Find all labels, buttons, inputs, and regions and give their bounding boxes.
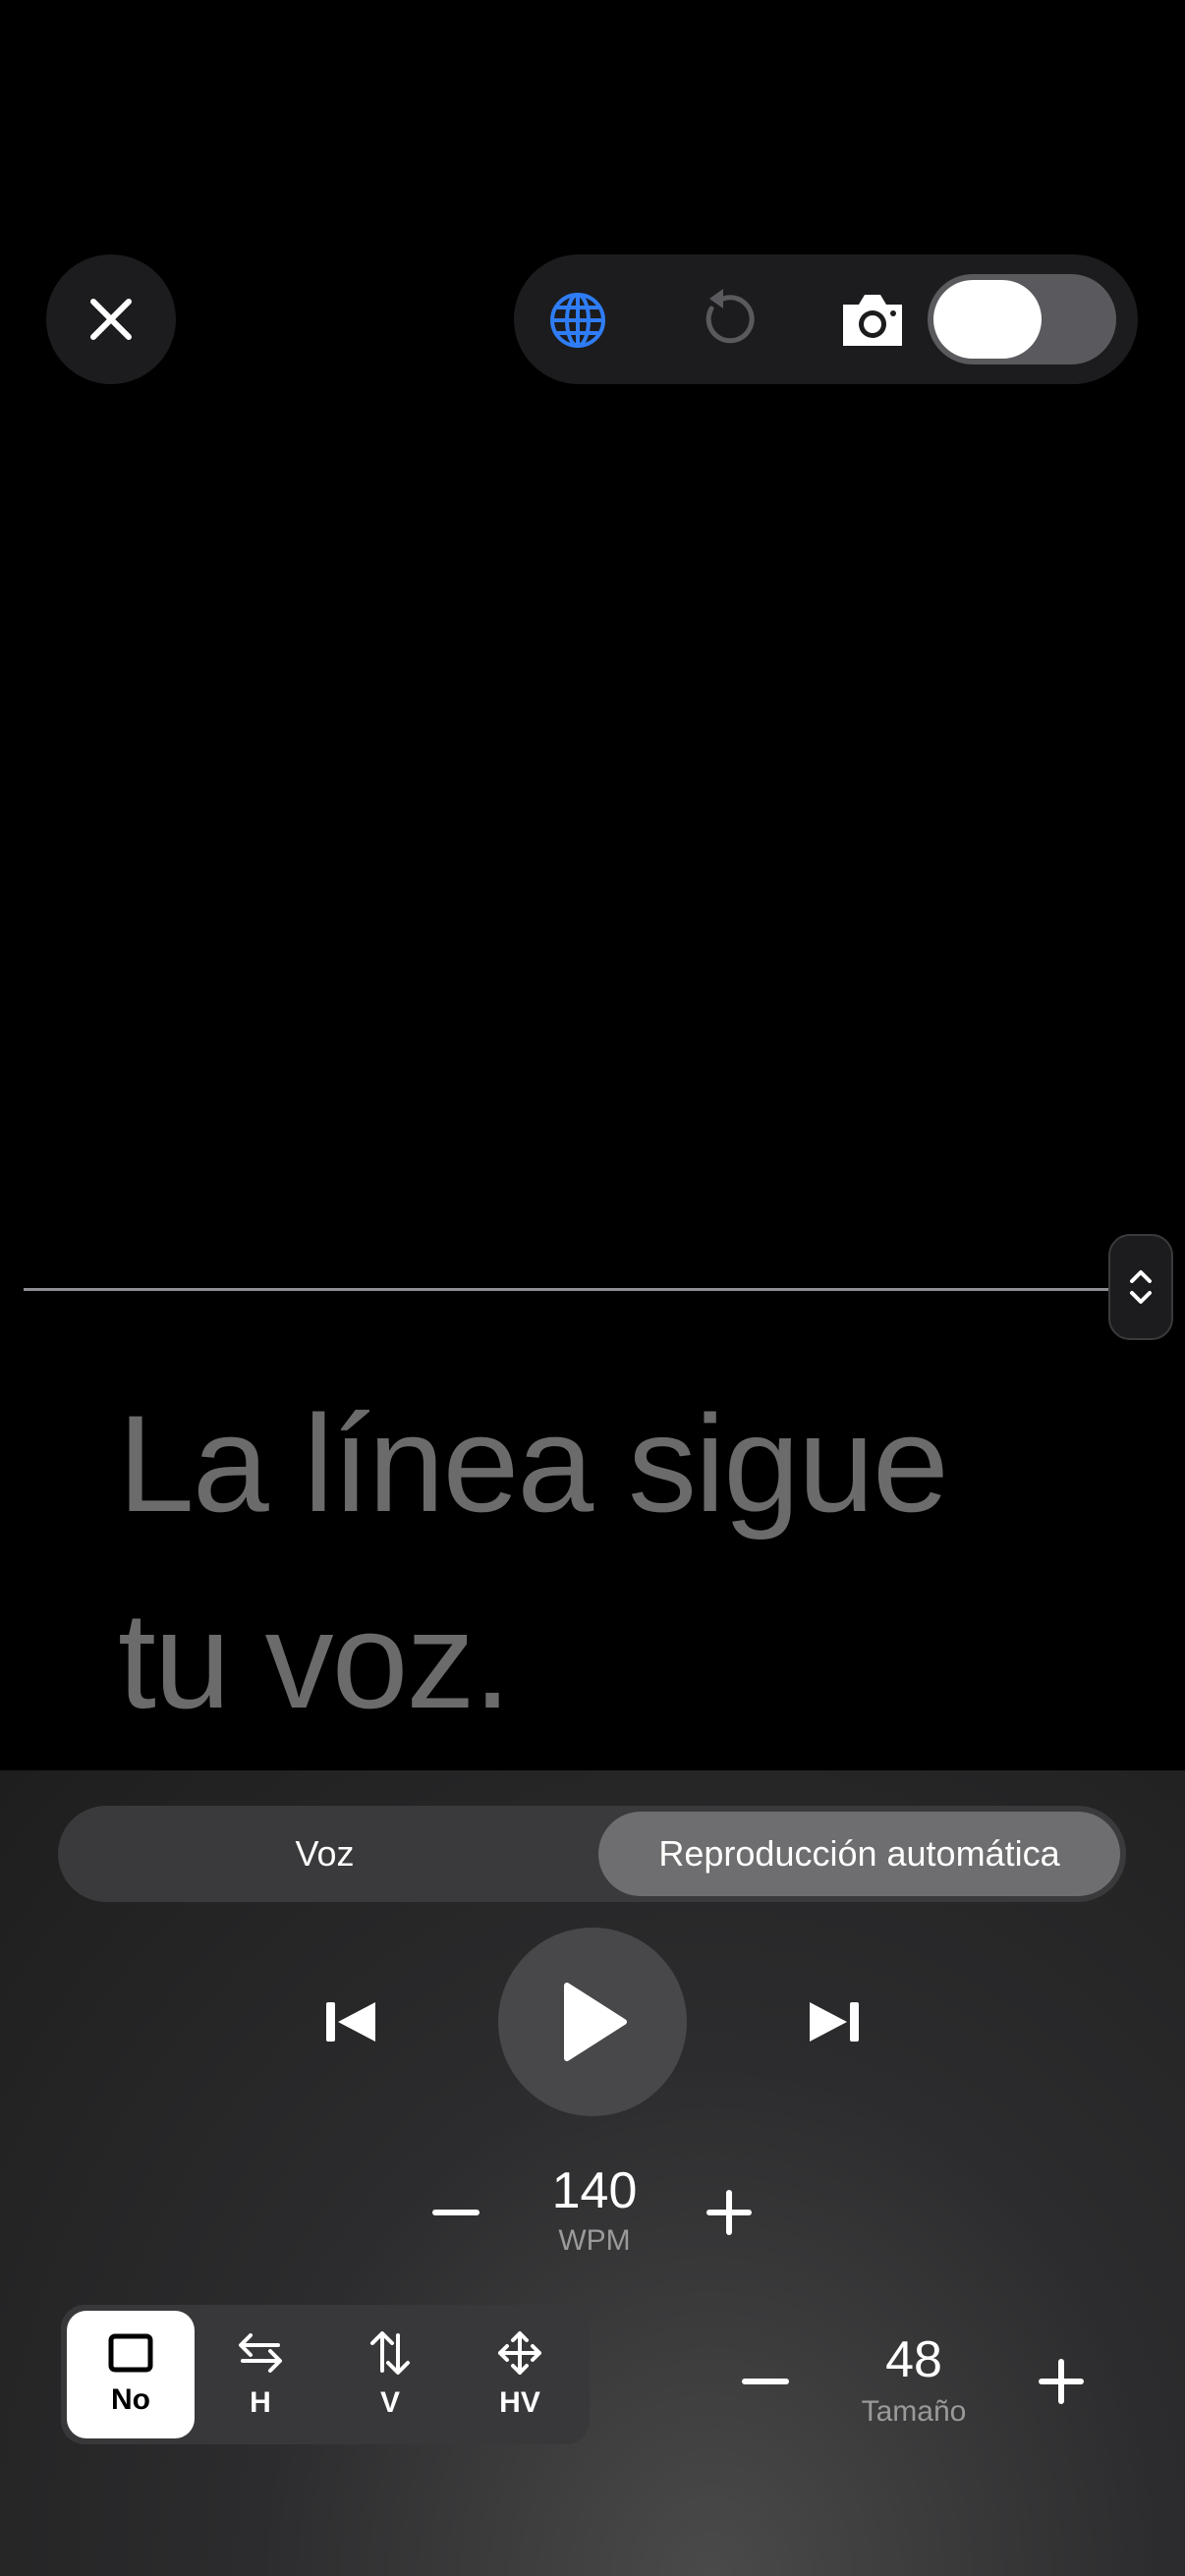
mirror-both-button[interactable]: HV [456,2311,584,2438]
toggle-knob [933,280,1042,359]
mode-autoplay-segment[interactable]: Reproducción automática [598,1812,1120,1896]
plus-icon [706,2190,752,2235]
minus-icon [432,2210,480,2215]
mirror-horizontal-label: H [250,2386,271,2419]
mirror-none-label: No [111,2383,150,2416]
play-icon [564,1983,627,2061]
skip-forward-icon [810,2002,859,2042]
mirror-horizontal-button[interactable]: H [197,2311,324,2438]
mode-segmented-control: Voz Reproducción automática [58,1806,1126,1902]
camera-icon [843,295,902,346]
close-icon [90,299,132,340]
mirror-vertical-label: V [379,2386,400,2419]
speed-decrease-button[interactable] [426,2183,485,2242]
size-decrease-button[interactable] [736,2352,795,2411]
speed-label: WPM [558,2224,631,2257]
plus-icon [1039,2359,1084,2404]
script-line: La línea sigue [118,1386,949,1540]
vertical-arrows-icon [370,2331,410,2375]
mirror-both-label: HV [499,2386,540,2419]
language-button[interactable] [544,287,611,354]
speed-increase-button[interactable] [700,2183,759,2242]
minus-icon [742,2379,789,2384]
mirror-vertical-button[interactable]: V [326,2311,454,2438]
camera-button[interactable] [837,287,908,354]
guide-drag-handle[interactable] [1108,1234,1173,1340]
skip-back-button[interactable] [320,1983,383,2061]
move-arrows-icon [498,2331,541,2375]
square-icon [108,2333,153,2373]
play-button[interactable] [498,1928,687,2116]
script-text: La línea sigue tu voz. [118,1366,1100,1759]
mirror-segmented-control: No H V HV [61,2305,590,2444]
mirror-none-button[interactable]: No [67,2311,195,2438]
horizontal-arrows-icon [239,2333,282,2373]
chevron-up-down-icon [1130,1270,1152,1304]
reading-guide-line [24,1288,1108,1291]
close-button[interactable] [46,254,176,384]
skip-forward-button[interactable] [802,1983,865,2061]
reload-icon [705,289,755,344]
reset-button[interactable] [690,287,757,354]
camera-toggle[interactable] [928,274,1116,364]
mode-voice-segment[interactable]: Voz [58,1806,592,1902]
size-increase-button[interactable] [1032,2352,1091,2411]
globe-icon [550,293,605,348]
speed-value: 140 [551,2162,638,2219]
script-line: tu voz. [118,1583,511,1737]
skip-back-icon [326,2002,375,2042]
size-label: Tamaño [861,2395,967,2428]
size-value: 48 [885,2331,942,2388]
